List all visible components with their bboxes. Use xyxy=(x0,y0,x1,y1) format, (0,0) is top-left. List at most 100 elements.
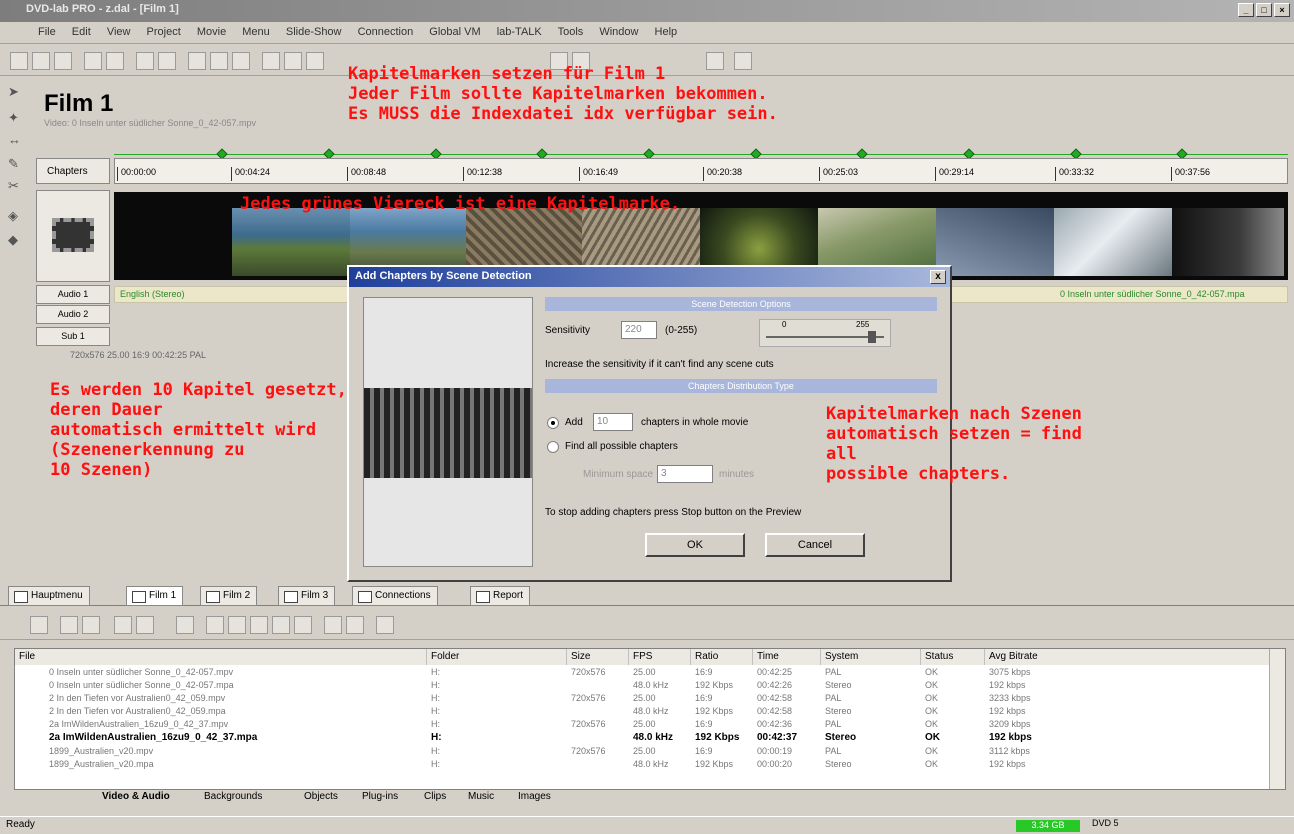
undo-icon[interactable] xyxy=(136,52,154,70)
col-header-status[interactable]: Status xyxy=(921,649,985,665)
add-chapter-icon[interactable]: ✦ xyxy=(8,110,24,126)
sensitivity-slider[interactable]: 0 255 xyxy=(759,319,891,347)
pointer-icon[interactable]: ➤ xyxy=(8,84,24,100)
menu-tools[interactable]: Tools xyxy=(558,26,584,38)
menu-movie[interactable]: Movie xyxy=(197,26,226,38)
import-icon[interactable] xyxy=(114,616,132,634)
burn-icon[interactable] xyxy=(210,52,228,70)
settings-icon[interactable] xyxy=(306,52,324,70)
tab-objects[interactable]: Objects xyxy=(300,790,342,803)
table-row[interactable]: 0 Inseln unter südlicher Sonne_0_42-057.… xyxy=(15,680,1270,692)
col-header-ratio[interactable]: Ratio xyxy=(691,649,753,665)
scene-preview-image xyxy=(363,297,533,567)
transcode-icon[interactable] xyxy=(250,616,268,634)
menu-file[interactable]: File xyxy=(38,26,56,38)
menu-project[interactable]: Project xyxy=(147,26,181,38)
menu-view[interactable]: View xyxy=(107,26,131,38)
save-icon[interactable] xyxy=(54,52,72,70)
subtitle-icon[interactable] xyxy=(324,616,342,634)
dialog-close-button[interactable]: x xyxy=(930,270,946,284)
col-header-file[interactable]: File xyxy=(15,649,427,665)
slider-min-label: 0 xyxy=(782,320,787,329)
add-chapters-radio[interactable] xyxy=(547,417,559,429)
menu-slideshow[interactable]: Slide-Show xyxy=(286,26,342,38)
view-icon[interactable] xyxy=(30,616,48,634)
min-space-input[interactable]: 3 xyxy=(657,465,713,483)
tab-plugins[interactable]: Plug-ins xyxy=(358,790,402,803)
table-scrollbar[interactable] xyxy=(1269,649,1285,789)
marker-icon[interactable]: ◆ xyxy=(8,232,24,248)
add-asset-icon[interactable] xyxy=(188,52,206,70)
menu-edit[interactable]: Edit xyxy=(72,26,91,38)
time-ruler[interactable]: 00:00:00 00:04:24 00:08:48 00:12:38 00:1… xyxy=(114,158,1288,184)
open-folder-icon[interactable] xyxy=(32,52,50,70)
mux-icon[interactable] xyxy=(228,616,246,634)
table-row[interactable]: 1899_Australien_v20.mpa H: 48.0 kHz 192 … xyxy=(15,759,1270,771)
tab-video-audio[interactable]: Video & Audio xyxy=(98,790,174,803)
copy-icon[interactable] xyxy=(106,52,124,70)
tab-backgrounds[interactable]: Backgrounds xyxy=(200,790,266,803)
tab-music[interactable]: Music xyxy=(464,790,498,803)
tab-report[interactable]: Report xyxy=(470,586,531,606)
find-all-radio[interactable] xyxy=(547,441,559,453)
properties-icon[interactable] xyxy=(346,616,364,634)
tab-film-3[interactable]: Film 3 xyxy=(278,586,336,606)
image-icon[interactable] xyxy=(294,616,312,634)
cell-bitrate: 3112 kbps xyxy=(989,746,1030,756)
col-header-size[interactable]: Size xyxy=(567,649,629,665)
cell-folder: H: xyxy=(431,706,440,716)
folder-tree-icon[interactable] xyxy=(176,616,194,634)
table-row[interactable]: 0 Inseln unter südlicher Sonne_0_42-057.… xyxy=(15,667,1270,679)
chapter-count-input[interactable]: 10 xyxy=(593,413,633,431)
col-header-folder[interactable]: Folder xyxy=(427,649,567,665)
redo-icon[interactable] xyxy=(158,52,176,70)
col-header-fps[interactable]: FPS xyxy=(629,649,691,665)
cell-time: 00:42:36 xyxy=(757,719,793,729)
col-header-time[interactable]: Time xyxy=(753,649,821,665)
tab-film-1[interactable]: Film 1 xyxy=(126,586,184,606)
find-icon[interactable] xyxy=(232,52,250,70)
table-row-selected[interactable]: 2a ImWildenAustralien_16zu9_0_42_37.mpa … xyxy=(15,732,1270,744)
menu-window[interactable]: Window xyxy=(599,26,638,38)
close-button[interactable]: × xyxy=(1274,3,1290,17)
scissors-icon[interactable]: ✂ xyxy=(8,178,24,194)
tab-images[interactable]: Images xyxy=(514,790,555,803)
tab-connections[interactable]: Connections xyxy=(352,586,438,606)
disc-type-select[interactable]: DVD 5 xyxy=(1092,818,1119,828)
tab-clips[interactable]: Clips xyxy=(420,790,450,803)
maximize-button[interactable]: □ xyxy=(1256,3,1272,17)
move-chapter-icon[interactable]: ↔ xyxy=(8,132,24,148)
table-row[interactable]: 1899_Australien_v20.mpv H: 720x576 25.00… xyxy=(15,746,1270,758)
sensitivity-input[interactable]: 220 xyxy=(621,321,657,339)
delete-icon[interactable] xyxy=(82,616,100,634)
tab-film-2[interactable]: Film 2 xyxy=(200,586,258,606)
open-icon[interactable] xyxy=(60,616,78,634)
table-row[interactable]: 2 In den Tiefen vor Australien0_42_059.m… xyxy=(15,706,1270,718)
slider-thumb[interactable] xyxy=(868,331,876,343)
menu-lab-talk[interactable]: lab-TALK xyxy=(497,26,542,38)
col-header-bitrate[interactable]: Avg Bitrate xyxy=(985,649,1270,665)
menu-menu[interactable]: Menu xyxy=(242,26,270,38)
cut-icon[interactable] xyxy=(84,52,102,70)
table-row[interactable]: 2a ImWildenAustralien_16zu9_0_42_37.mpv … xyxy=(15,719,1270,731)
cell-bitrate: 3209 kbps xyxy=(989,719,1031,729)
menu-global-vm[interactable]: Global VM xyxy=(429,26,480,38)
new-file-icon[interactable] xyxy=(10,52,28,70)
table-row[interactable]: 2 In den Tiefen vor Australien0_42_059.m… xyxy=(15,693,1270,705)
menu-connection[interactable]: Connection xyxy=(358,26,414,38)
sort-icon[interactable] xyxy=(136,616,154,634)
compile-icon[interactable] xyxy=(262,52,280,70)
preview-icon[interactable] xyxy=(284,52,302,70)
cell-fps: 48.0 kHz xyxy=(633,759,669,769)
cancel-button[interactable]: Cancel xyxy=(765,533,865,557)
menu-help[interactable]: Help xyxy=(655,26,678,38)
audio-icon[interactable] xyxy=(272,616,290,634)
split-icon[interactable]: ◈ xyxy=(8,208,24,224)
eraser-icon[interactable]: ✎ xyxy=(8,156,24,172)
info-icon[interactable] xyxy=(376,616,394,634)
tab-hauptmenu[interactable]: Hauptmenu xyxy=(8,586,90,606)
ok-button[interactable]: OK xyxy=(645,533,745,557)
col-header-system[interactable]: System xyxy=(821,649,921,665)
demux-icon[interactable] xyxy=(206,616,224,634)
minimize-button[interactable]: _ xyxy=(1238,3,1254,17)
